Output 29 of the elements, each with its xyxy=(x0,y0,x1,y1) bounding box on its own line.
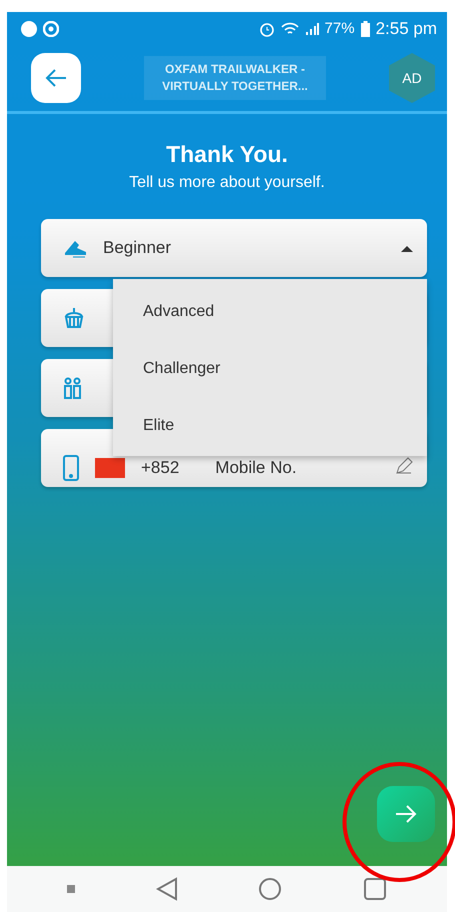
caret-icon xyxy=(401,245,413,253)
home-nav-icon[interactable] xyxy=(258,877,282,901)
pencil-icon xyxy=(395,456,413,474)
page-title: Thank You. xyxy=(165,141,289,168)
user-avatar[interactable]: AD xyxy=(389,53,435,103)
signal-icon xyxy=(304,22,319,36)
selected-level: Beginner xyxy=(103,238,172,258)
people-icon xyxy=(63,377,83,399)
next-arrow-icon xyxy=(395,804,417,824)
wifi-icon xyxy=(280,22,299,36)
level-dropdown[interactable]: Beginner xyxy=(41,219,427,277)
alarm-icon xyxy=(258,20,275,36)
level-option[interactable]: Advanced xyxy=(113,283,427,340)
recents-nav-icon[interactable] xyxy=(362,877,387,901)
battery-icon xyxy=(360,20,370,36)
cake-icon xyxy=(63,307,85,329)
mobile-placeholder: Mobile No. xyxy=(215,458,297,478)
clock-time: 2:55 pm xyxy=(376,18,437,38)
event-title: OXFAM TRAILWALKER - VIRTUALLY TOGETHER... xyxy=(144,56,326,100)
back-nav-icon[interactable] xyxy=(156,877,178,901)
phone-icon xyxy=(63,455,79,481)
level-option[interactable]: Challenger xyxy=(113,340,427,397)
back-button[interactable] xyxy=(31,53,81,103)
flag-icon xyxy=(95,458,125,478)
country-code: +852 xyxy=(141,458,180,478)
back-arrow-icon xyxy=(45,68,67,88)
next-button[interactable] xyxy=(377,786,435,842)
page-subtitle: Tell us more about yourself. xyxy=(128,174,326,192)
battery-percent: 77% xyxy=(324,20,355,37)
